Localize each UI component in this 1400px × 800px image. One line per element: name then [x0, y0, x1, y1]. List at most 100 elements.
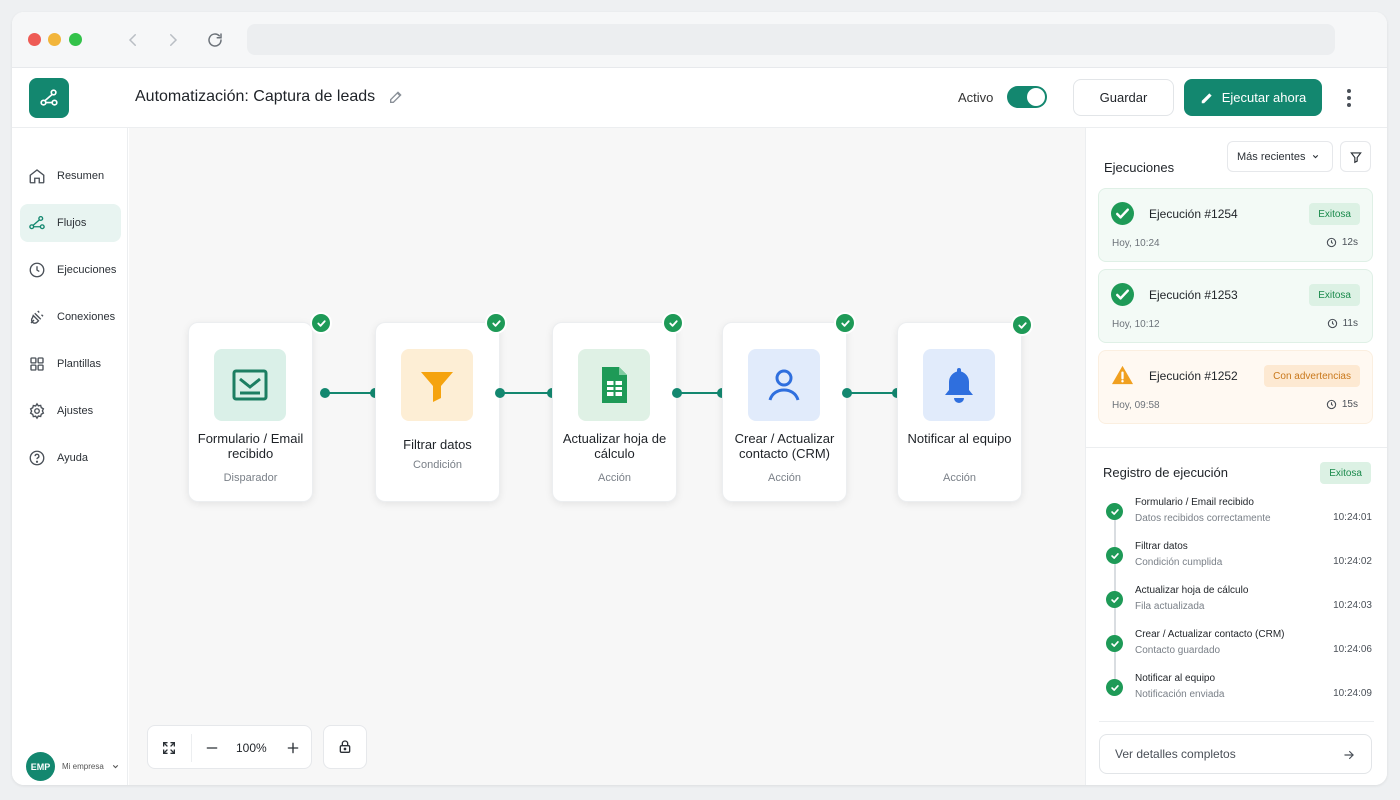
- lock-canvas-button[interactable]: [323, 725, 367, 769]
- flow-node-spreadsheet[interactable]: Actualizar hoja de cálculo Acción: [552, 322, 677, 502]
- maximize-window-button[interactable]: [69, 33, 82, 46]
- sidebar-item-ejecuciones[interactable]: Ejecuciones: [20, 251, 121, 289]
- filter-icon: [1349, 151, 1362, 163]
- flow-node-trigger[interactable]: Formulario / Email recibido Disparador: [188, 322, 313, 502]
- check-icon: [836, 314, 854, 332]
- active-label: Activo: [958, 90, 994, 105]
- status-badge: Con advertencias: [1264, 365, 1360, 387]
- node-connector[interactable]: [672, 388, 727, 398]
- duration-value: 11s: [1342, 318, 1358, 329]
- app-header: Automatización: Captura de leads Activo …: [12, 68, 1387, 128]
- back-icon[interactable]: [121, 28, 145, 52]
- check-icon: [1106, 679, 1123, 696]
- panel-title: Ejecuciones: [1104, 160, 1175, 175]
- browser-toolbar: [12, 12, 1387, 68]
- divider: [1099, 721, 1374, 722]
- reload-icon[interactable]: [203, 28, 227, 52]
- address-bar[interactable]: [247, 24, 1335, 55]
- zoom-out-icon[interactable]: [200, 736, 224, 760]
- execution-card[interactable]: Ejecución #1253 Exitosa Hoy, 10:12 11s: [1098, 269, 1373, 343]
- page-title: Automatización: Captura de leads: [135, 88, 376, 105]
- grid-icon: [30, 357, 44, 371]
- lock-icon: [339, 740, 351, 753]
- node-icon-tile: [923, 349, 995, 421]
- node-connector[interactable]: [842, 388, 902, 398]
- sidebar-item-ajustes[interactable]: Ajustes: [20, 392, 121, 430]
- sidebar-item-label: Flujos: [57, 217, 87, 229]
- step-description: Condición cumplida: [1135, 557, 1223, 568]
- clock-icon: [29, 262, 45, 278]
- sidebar-item-flujos[interactable]: Flujos: [20, 204, 121, 242]
- sort-select[interactable]: Más recientes: [1227, 141, 1333, 172]
- active-toggle[interactable]: [1007, 86, 1047, 108]
- save-button[interactable]: Guardar: [1073, 79, 1174, 116]
- run-now-button[interactable]: Ejecutar ahora: [1184, 79, 1322, 116]
- run-now-label: Ejecutar ahora: [1221, 90, 1307, 105]
- step-time: 10:24:06: [1333, 644, 1372, 655]
- zoom-in-icon[interactable]: [281, 736, 305, 760]
- close-window-button[interactable]: [28, 33, 41, 46]
- node-type: Disparador: [223, 472, 278, 484]
- step-name: Crear / Actualizar contacto (CRM): [1135, 629, 1285, 640]
- log-step: Formulario / Email recibido Datos recibi…: [1106, 497, 1372, 539]
- duration-value: 12s: [1341, 237, 1358, 248]
- forward-icon[interactable]: [161, 28, 185, 52]
- node-icon-tile: [214, 349, 286, 421]
- sidebar-item-label: Conexiones: [57, 311, 116, 323]
- node-icon-tile: [578, 349, 650, 421]
- step-time: 10:24:01: [1333, 512, 1372, 523]
- node-type: Acción: [942, 472, 977, 484]
- node-title: Notificar al equipo: [907, 431, 1012, 446]
- minimize-window-button[interactable]: [48, 33, 61, 46]
- app-window: Automatización: Captura de leads Activo …: [12, 12, 1387, 785]
- clock-icon: [1326, 237, 1337, 248]
- duration-value: 15s: [1341, 399, 1358, 410]
- node-connector[interactable]: [495, 388, 557, 398]
- execution-name: Ejecución #1252: [1149, 369, 1238, 383]
- node-connector[interactable]: [320, 388, 380, 398]
- execution-time: Hoy, 09:58: [1112, 400, 1160, 411]
- app-logo[interactable]: [29, 78, 69, 118]
- node-icon-tile: [748, 349, 820, 421]
- fit-view-icon[interactable]: [157, 736, 181, 760]
- flow-node-notify[interactable]: Notificar al equipo Acción: [897, 322, 1022, 502]
- flow-logo-icon: [40, 89, 58, 106]
- execution-duration: 15s: [1326, 399, 1358, 410]
- sidebar-item-label: Resumen: [57, 170, 105, 182]
- node-type: Acción: [767, 472, 802, 484]
- sidebar-item-plantillas[interactable]: Plantillas: [20, 345, 121, 383]
- log-step: Crear / Actualizar contacto (CRM) Contac…: [1106, 629, 1372, 671]
- edit-title-icon[interactable]: [388, 89, 404, 105]
- filter-button[interactable]: [1340, 141, 1371, 172]
- gear-icon: [29, 402, 45, 420]
- flow-node-filter[interactable]: Filtrar datos Condición: [375, 322, 500, 502]
- flow-icon: [29, 215, 45, 230]
- sidebar-item-label: Plantillas: [57, 358, 102, 370]
- help-icon: [29, 450, 45, 466]
- step-name: Filtrar datos: [1135, 541, 1188, 552]
- execution-time: Hoy, 10:12: [1112, 319, 1160, 330]
- account-switcher[interactable]: EMP Mi empresa: [26, 752, 120, 781]
- flow-canvas[interactable]: Formulario / Email recibido Disparador F…: [129, 128, 1085, 785]
- execution-card[interactable]: Ejecución #1252 Con advertencias Hoy, 09…: [1098, 350, 1373, 424]
- sidebar-item-conexiones[interactable]: Conexiones: [20, 298, 121, 336]
- chevron-down-icon: [112, 764, 118, 769]
- arrow-right-icon: [1344, 750, 1354, 760]
- zoom-controls: 100%: [147, 725, 312, 769]
- log-step: Notificar al equipo Notificación enviada…: [1106, 673, 1372, 715]
- execution-card[interactable]: Ejecución #1254 Exitosa Hoy, 10:24 12s: [1098, 188, 1373, 262]
- log-title: Registro de ejecución: [1103, 465, 1229, 480]
- view-details-button[interactable]: Ver detalles completos: [1099, 734, 1372, 774]
- more-options-icon[interactable]: [1340, 86, 1358, 110]
- step-name: Notificar al equipo: [1135, 673, 1216, 684]
- sidebar-item-ayuda[interactable]: Ayuda: [20, 439, 121, 477]
- flow-node-crm[interactable]: Crear / Actualizar contacto (CRM) Acción: [722, 322, 847, 502]
- execution-name: Ejecución #1254: [1149, 207, 1238, 221]
- execution-time: Hoy, 10:24: [1112, 238, 1160, 249]
- node-title: Filtrar datos: [403, 437, 472, 452]
- step-name: Formulario / Email recibido: [1135, 497, 1254, 508]
- execution-name: Ejecución #1253: [1149, 288, 1238, 302]
- bell-icon: [945, 368, 973, 403]
- status-badge: Exitosa: [1309, 284, 1360, 306]
- sidebar-item-resumen[interactable]: Resumen: [20, 157, 121, 195]
